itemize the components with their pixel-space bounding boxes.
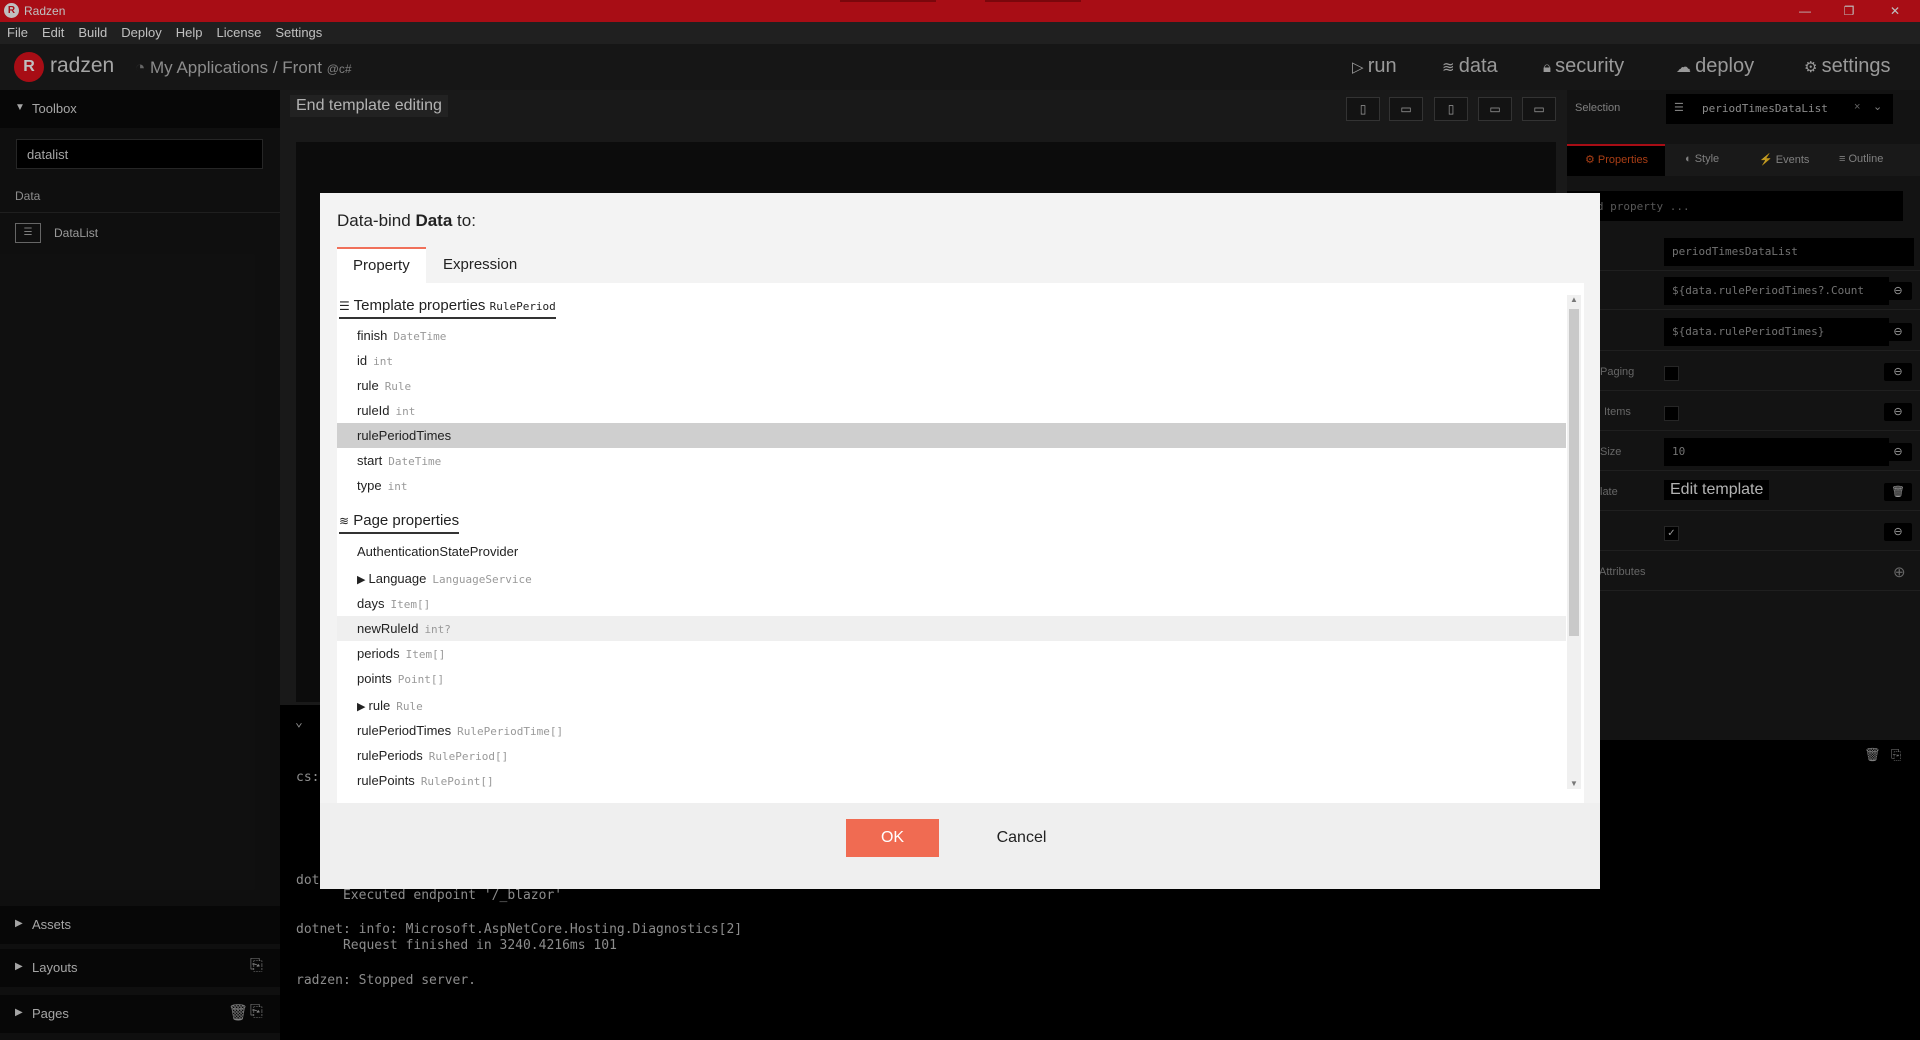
list-item[interactable]: periods Item[]	[337, 641, 1566, 666]
item-type: DateTime	[393, 330, 447, 343]
scroll-down-icon[interactable]: ▼	[1569, 779, 1579, 789]
list-item[interactable]: AuthenticationStateProvider	[337, 539, 1566, 564]
scroll-up-icon[interactable]: ▲	[1569, 295, 1579, 305]
dialog-title-prefix: Data-bind	[337, 211, 416, 230]
list-icon: ☰	[339, 299, 350, 313]
list-item[interactable]: rule Rule	[337, 373, 1566, 398]
item-name: periods	[357, 646, 400, 661]
property-tree-scrollbar[interactable]: ▲ ▼	[1567, 295, 1581, 789]
item-name: newRuleId	[357, 621, 419, 636]
item-type: Point[]	[397, 673, 445, 686]
item-type: int	[373, 355, 393, 368]
item-name: Language	[368, 571, 427, 586]
expand-arrow-icon[interactable]: ▶	[357, 574, 369, 586]
item-type: int	[387, 480, 408, 493]
item-type: int?	[424, 623, 451, 636]
template-properties-group: ☰ Template properties RulePeriod	[339, 297, 556, 319]
item-type: RulePoint[]	[420, 775, 494, 788]
tab-expression[interactable]: Expression	[427, 247, 533, 283]
layers-icon: ≋	[339, 514, 350, 528]
tab-property[interactable]: Property	[337, 247, 426, 283]
item-type: RulePeriodTime[]	[457, 725, 564, 738]
item-name: rulePoints	[357, 773, 415, 788]
item-type: Rule	[396, 700, 423, 713]
item-type: int	[395, 405, 416, 418]
item-type: Item[]	[390, 598, 431, 611]
dialog-title: Data-bind Data to:	[337, 211, 476, 231]
item-name: points	[357, 671, 392, 686]
item-type: Rule	[384, 380, 412, 393]
list-item[interactable]: ruleId int	[337, 398, 1566, 423]
item-name: finish	[357, 328, 388, 343]
item-name: id	[357, 353, 368, 368]
dialog-title-suffix: to:	[452, 211, 476, 230]
page-properties-group: ≋ Page properties	[339, 512, 460, 534]
data-bind-dialog: Data-bind Data to: Property Expression ☰…	[320, 193, 1600, 889]
item-name: rulePeriodTimes	[357, 723, 452, 738]
property-tree: ☰ Template properties RulePeriod finish D…	[337, 283, 1584, 803]
dialog-tabs: Property Expression	[337, 247, 1582, 284]
item-name: days	[357, 596, 385, 611]
item-type: LanguageService	[432, 573, 532, 586]
item-name: ruleId	[357, 403, 390, 418]
list-item[interactable]: days Item[]	[337, 591, 1566, 616]
item-name: start	[357, 453, 383, 468]
list-item[interactable]: finish DateTime	[337, 323, 1566, 348]
list-item[interactable]: start DateTime	[337, 448, 1566, 473]
item-type: DateTime	[388, 455, 442, 468]
list-item[interactable]: type int	[337, 473, 1566, 498]
ok-button[interactable]: OK	[846, 819, 939, 857]
list-item[interactable]: id int	[337, 348, 1566, 373]
item-name: AuthenticationStateProvider	[357, 544, 519, 559]
list-item[interactable]: rulePeriods RulePeriod[]	[337, 743, 1566, 768]
list-item-expandable[interactable]: ▶ rule Rule	[337, 693, 1566, 718]
cancel-button[interactable]: Cancel	[975, 819, 1068, 857]
item-name: rule	[357, 378, 379, 393]
list-item[interactable]: rulePoints RulePoint[]	[337, 768, 1566, 793]
item-name: rulePeriods	[357, 748, 423, 763]
list-item-selected[interactable]: rulePeriodTimes	[337, 423, 1566, 448]
group-label: Page properties	[353, 512, 460, 529]
item-type: Item[]	[405, 648, 446, 661]
list-item-hovered[interactable]: newRuleId int?	[337, 616, 1566, 641]
group-label: Template properties	[353, 297, 486, 314]
item-name: rulePeriodTimes	[357, 428, 452, 443]
item-name: type	[357, 478, 382, 493]
item-name: rule	[368, 698, 391, 713]
list-item-expandable[interactable]: ▶ Language LanguageService	[337, 566, 1566, 591]
dialog-footer: OK Cancel	[320, 803, 1600, 889]
scrollbar-thumb[interactable]	[1569, 309, 1579, 636]
group-type: RulePeriod	[489, 300, 556, 313]
list-item[interactable]: rulePeriodTimes RulePeriodTime[]	[337, 718, 1566, 743]
expand-arrow-icon[interactable]: ▶	[357, 701, 369, 713]
item-type: RulePeriod[]	[428, 750, 509, 763]
list-item[interactable]: points Point[]	[337, 666, 1566, 691]
dialog-title-bold: Data	[415, 211, 453, 230]
